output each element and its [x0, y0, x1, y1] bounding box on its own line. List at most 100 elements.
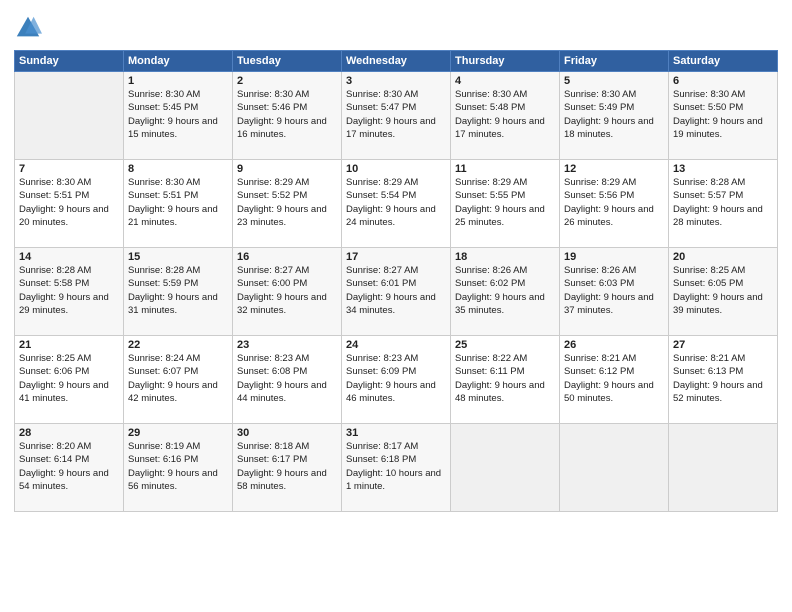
calendar-table: SundayMondayTuesdayWednesdayThursdayFrid…	[14, 50, 778, 512]
calendar-cell: 4Sunrise: 8:30 AMSunset: 5:48 PMDaylight…	[451, 72, 560, 160]
daylight-label: Daylight: 9 hours and 20 minutes.	[19, 204, 109, 228]
page-container: SundayMondayTuesdayWednesdayThursdayFrid…	[0, 0, 792, 522]
sunrise-label: Sunrise: 8:22 AM	[455, 353, 527, 364]
calendar-cell: 29Sunrise: 8:19 AMSunset: 6:16 PMDayligh…	[124, 424, 233, 512]
cell-content: Sunrise: 8:30 AMSunset: 5:50 PMDaylight:…	[673, 88, 773, 141]
cell-content: Sunrise: 8:20 AMSunset: 6:14 PMDaylight:…	[19, 440, 119, 493]
sunrise-label: Sunrise: 8:27 AM	[237, 265, 309, 276]
calendar-cell: 19Sunrise: 8:26 AMSunset: 6:03 PMDayligh…	[560, 248, 669, 336]
daylight-label: Daylight: 9 hours and 16 minutes.	[237, 116, 327, 140]
sunset-label: Sunset: 5:45 PM	[128, 102, 198, 113]
day-number: 6	[673, 75, 773, 87]
day-number: 17	[346, 251, 446, 263]
daylight-label: Daylight: 9 hours and 58 minutes.	[237, 468, 327, 492]
day-number: 30	[237, 427, 337, 439]
daylight-label: Daylight: 9 hours and 41 minutes.	[19, 380, 109, 404]
calendar-cell	[669, 424, 778, 512]
calendar-cell: 7Sunrise: 8:30 AMSunset: 5:51 PMDaylight…	[15, 160, 124, 248]
calendar-cell: 25Sunrise: 8:22 AMSunset: 6:11 PMDayligh…	[451, 336, 560, 424]
sunset-label: Sunset: 5:58 PM	[19, 278, 89, 289]
daylight-label: Daylight: 9 hours and 17 minutes.	[346, 116, 436, 140]
cell-content: Sunrise: 8:19 AMSunset: 6:16 PMDaylight:…	[128, 440, 228, 493]
calendar-week-row: 14Sunrise: 8:28 AMSunset: 5:58 PMDayligh…	[15, 248, 778, 336]
day-number: 28	[19, 427, 119, 439]
cell-content: Sunrise: 8:25 AMSunset: 6:06 PMDaylight:…	[19, 352, 119, 405]
cell-content: Sunrise: 8:30 AM Sunset: 5:45 PM Daylight:…	[128, 88, 228, 141]
daylight-label: Daylight: 9 hours and 35 minutes.	[455, 292, 545, 316]
day-number: 16	[237, 251, 337, 263]
sunset-label: Sunset: 5:55 PM	[455, 190, 525, 201]
cell-content: Sunrise: 8:23 AMSunset: 6:08 PMDaylight:…	[237, 352, 337, 405]
cell-content: Sunrise: 8:30 AMSunset: 5:48 PMDaylight:…	[455, 88, 555, 141]
daylight-label: Daylight: 9 hours and 17 minutes.	[455, 116, 545, 140]
sunset-label: Sunset: 6:16 PM	[128, 454, 198, 465]
sunset-label: Sunset: 6:09 PM	[346, 366, 416, 377]
day-header: Wednesday	[342, 51, 451, 72]
calendar-cell: 6Sunrise: 8:30 AMSunset: 5:50 PMDaylight…	[669, 72, 778, 160]
calendar-cell: 3Sunrise: 8:30 AMSunset: 5:47 PMDaylight…	[342, 72, 451, 160]
daylight-label: Daylight: 9 hours and 56 minutes.	[128, 468, 218, 492]
sunrise-label: Sunrise: 8:21 AM	[564, 353, 636, 364]
calendar-week-row: 7Sunrise: 8:30 AMSunset: 5:51 PMDaylight…	[15, 160, 778, 248]
cell-content: Sunrise: 8:27 AMSunset: 6:01 PMDaylight:…	[346, 264, 446, 317]
day-number: 2	[237, 75, 337, 87]
sunrise-label: Sunrise: 8:30 AM	[128, 89, 200, 100]
daylight-label: Daylight: 9 hours and 18 minutes.	[564, 116, 654, 140]
calendar-cell: 12Sunrise: 8:29 AMSunset: 5:56 PMDayligh…	[560, 160, 669, 248]
sunrise-label: Sunrise: 8:29 AM	[455, 177, 527, 188]
calendar-cell: 22Sunrise: 8:24 AMSunset: 6:07 PMDayligh…	[124, 336, 233, 424]
cell-content: Sunrise: 8:26 AMSunset: 6:02 PMDaylight:…	[455, 264, 555, 317]
sunset-label: Sunset: 6:18 PM	[346, 454, 416, 465]
day-number: 20	[673, 251, 773, 263]
cell-content: Sunrise: 8:21 AMSunset: 6:12 PMDaylight:…	[564, 352, 664, 405]
sunrise-label: Sunrise: 8:17 AM	[346, 441, 418, 452]
sunset-label: Sunset: 6:14 PM	[19, 454, 89, 465]
daylight-label: Daylight: 9 hours and 34 minutes.	[346, 292, 436, 316]
sunrise-label: Sunrise: 8:29 AM	[346, 177, 418, 188]
sunrise-label: Sunrise: 8:30 AM	[455, 89, 527, 100]
day-number: 22	[128, 339, 228, 351]
cell-content: Sunrise: 8:25 AMSunset: 6:05 PMDaylight:…	[673, 264, 773, 317]
daylight-label: Daylight: 9 hours and 52 minutes.	[673, 380, 763, 404]
daylight-label: Daylight: 9 hours and 15 minutes.	[128, 116, 218, 140]
cell-content: Sunrise: 8:30 AMSunset: 5:49 PMDaylight:…	[564, 88, 664, 141]
day-number: 11	[455, 163, 555, 175]
cell-content: Sunrise: 8:28 AMSunset: 5:59 PMDaylight:…	[128, 264, 228, 317]
daylight-label: Daylight: 9 hours and 32 minutes.	[237, 292, 327, 316]
sunset-label: Sunset: 6:02 PM	[455, 278, 525, 289]
calendar-week-row: 1Sunrise: 8:30 AMSunset: 5:45 PMDaylight…	[15, 72, 778, 160]
day-header: Saturday	[669, 51, 778, 72]
sunrise-label: Sunrise: 8:30 AM	[564, 89, 636, 100]
cell-content: Sunrise: 8:29 AMSunset: 5:55 PMDaylight:…	[455, 176, 555, 229]
calendar-cell: 2Sunrise: 8:30 AMSunset: 5:46 PMDaylight…	[233, 72, 342, 160]
daylight-label: Daylight: 9 hours and 37 minutes.	[564, 292, 654, 316]
day-number: 31	[346, 427, 446, 439]
day-number: 19	[564, 251, 664, 263]
sunset-label: Sunset: 5:50 PM	[673, 102, 743, 113]
calendar-cell: 8Sunrise: 8:30 AMSunset: 5:51 PMDaylight…	[124, 160, 233, 248]
sunrise-label: Sunrise: 8:28 AM	[673, 177, 745, 188]
sunset-label: Sunset: 6:08 PM	[237, 366, 307, 377]
sunset-label: Sunset: 5:59 PM	[128, 278, 198, 289]
day-number: 10	[346, 163, 446, 175]
sunset-label: Sunset: 6:11 PM	[455, 366, 525, 377]
day-header: Monday	[124, 51, 233, 72]
cell-content: Sunrise: 8:28 AMSunset: 5:58 PMDaylight:…	[19, 264, 119, 317]
cell-content: Sunrise: 8:30 AMSunset: 5:51 PMDaylight:…	[19, 176, 119, 229]
logo	[14, 14, 44, 42]
daylight-label: Daylight: 9 hours and 46 minutes.	[346, 380, 436, 404]
calendar-cell: 16Sunrise: 8:27 AMSunset: 6:00 PMDayligh…	[233, 248, 342, 336]
cell-content: Sunrise: 8:29 AMSunset: 5:52 PMDaylight:…	[237, 176, 337, 229]
calendar-cell: 5Sunrise: 8:30 AMSunset: 5:49 PMDaylight…	[560, 72, 669, 160]
logo-icon	[14, 14, 42, 42]
cell-content: Sunrise: 8:30 AMSunset: 5:51 PMDaylight:…	[128, 176, 228, 229]
cell-content: Sunrise: 8:30 AMSunset: 5:46 PMDaylight:…	[237, 88, 337, 141]
day-number: 12	[564, 163, 664, 175]
sunrise-label: Sunrise: 8:25 AM	[673, 265, 745, 276]
sunrise-label: Sunrise: 8:29 AM	[564, 177, 636, 188]
calendar-cell: 1Sunrise: 8:30 AMSunset: 5:45 PMDaylight…	[124, 72, 233, 160]
sunset-label: Sunset: 5:51 PM	[19, 190, 89, 201]
cell-content: Sunrise: 8:22 AMSunset: 6:11 PMDaylight:…	[455, 352, 555, 405]
sunset-label: Sunset: 6:12 PM	[564, 366, 634, 377]
daylight-label: Daylight: 9 hours and 21 minutes.	[128, 204, 218, 228]
